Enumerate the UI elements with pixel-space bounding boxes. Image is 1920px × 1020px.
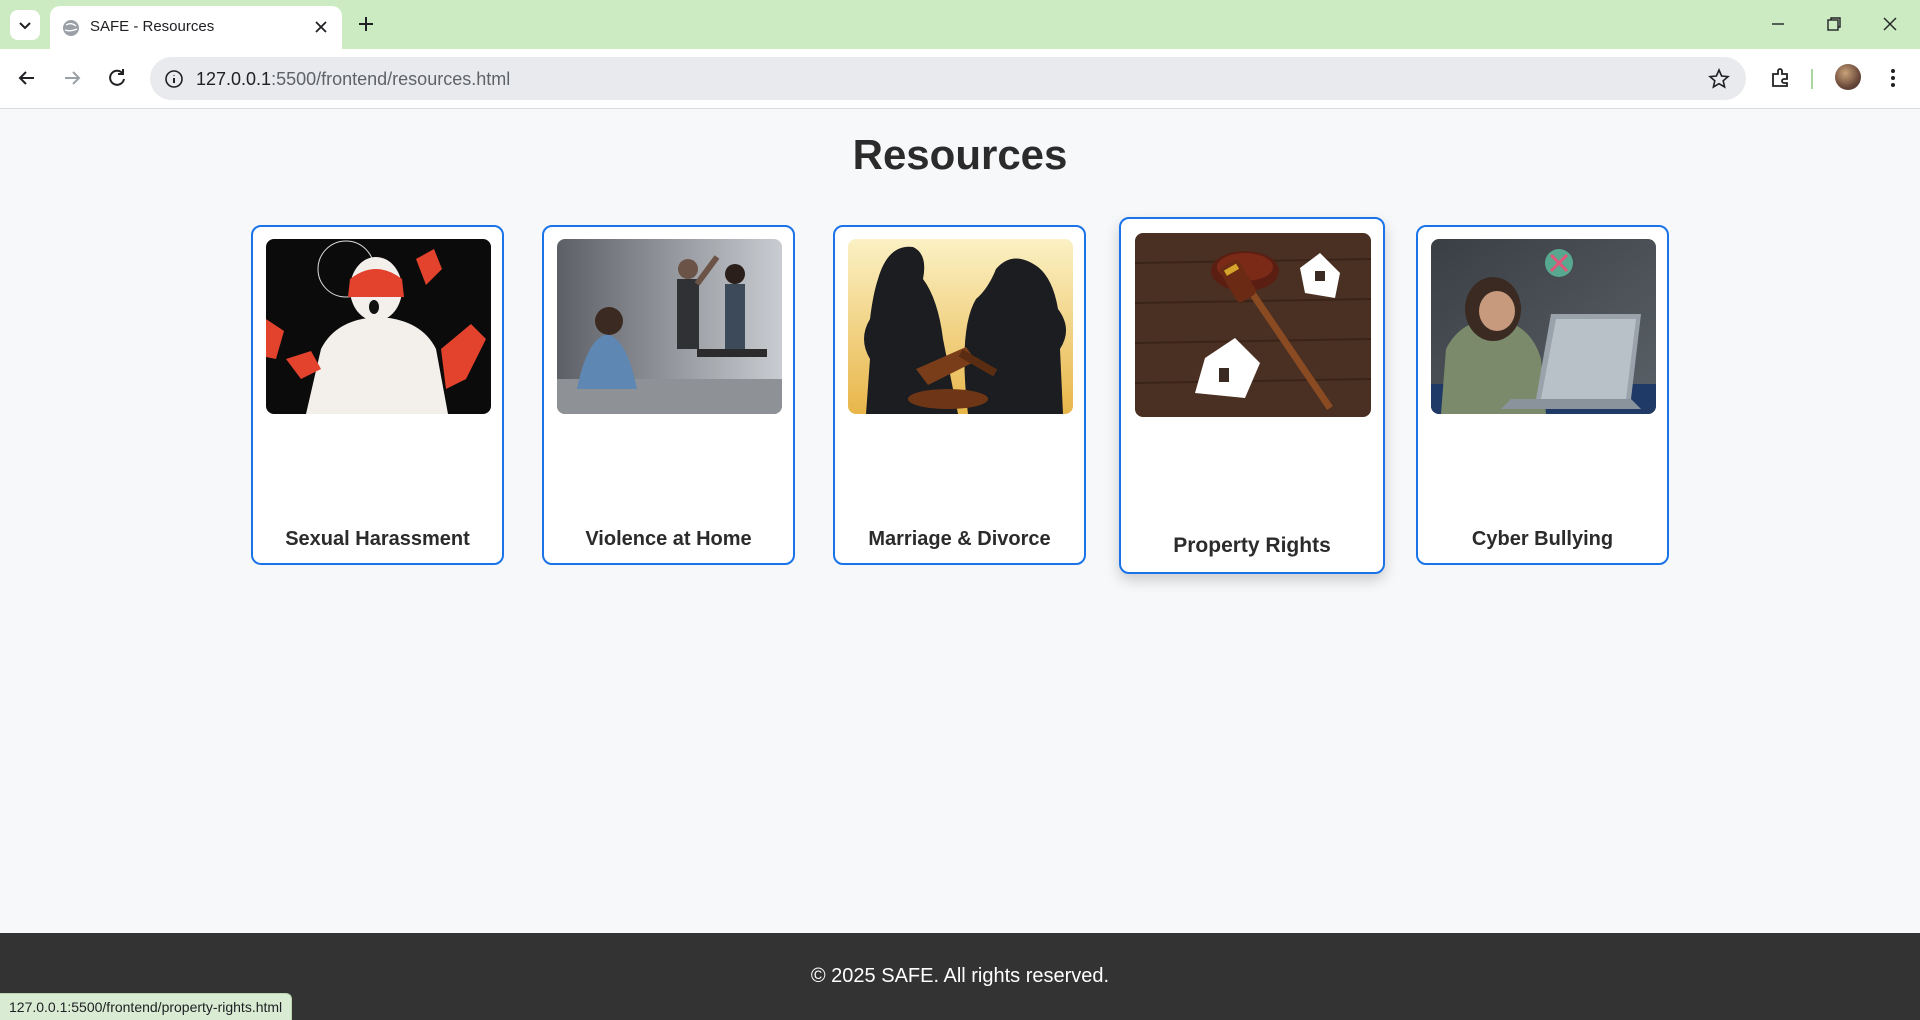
forward-arrow-icon[interactable]: [59, 65, 85, 91]
property-rights-image: [1135, 233, 1371, 417]
more-menu-icon[interactable]: [1880, 65, 1906, 91]
marriage-divorce-image: [848, 239, 1073, 414]
new-tab-icon[interactable]: [354, 12, 378, 36]
tab-title: SAFE - Resources: [90, 18, 215, 35]
back-arrow-icon[interactable]: [14, 65, 40, 91]
site-info-icon[interactable]: [164, 69, 184, 89]
toolbar-separator: [1811, 69, 1813, 89]
sexual-harassment-image: [266, 239, 491, 414]
bookmark-star-icon[interactable]: [1708, 68, 1730, 90]
url-text: 127.0.0.1:5500/frontend/resources.html: [196, 69, 510, 90]
resource-card-sexual-harassment[interactable]: Sexual Harassment: [251, 225, 504, 565]
globe-icon: [63, 20, 79, 36]
card-label: Violence at Home: [585, 528, 752, 550]
close-icon[interactable]: [312, 18, 330, 36]
violence-at-home-image: [557, 239, 782, 414]
browser-tab[interactable]: SAFE - Resources: [50, 6, 342, 49]
url-host: 127.0.0.1: [196, 69, 272, 89]
minimize-icon[interactable]: [1766, 12, 1790, 36]
page-content: Resources Sexual Harassment Violence at …: [0, 109, 1920, 933]
address-bar[interactable]: 127.0.0.1:5500/frontend/resources.html: [150, 57, 1746, 100]
resource-card-violence-at-home[interactable]: Violence at Home: [542, 225, 795, 565]
extensions-puzzle-icon[interactable]: [1768, 65, 1794, 91]
browser-tabstrip: SAFE - Resources: [0, 0, 1920, 49]
card-label: Marriage & Divorce: [868, 528, 1051, 550]
card-label: Cyber Bullying: [1471, 528, 1614, 550]
resource-card-property-rights[interactable]: Property Rights: [1119, 217, 1385, 574]
link-status-bar: 127.0.0.1:5500/frontend/property-rights.…: [0, 993, 293, 1020]
tab-search-button[interactable]: [10, 10, 40, 40]
resource-card-cyber-bullying[interactable]: Cyber Bullying: [1416, 225, 1669, 565]
profile-avatar[interactable]: [1835, 64, 1861, 90]
page-title: Resources: [852, 131, 1068, 178]
card-label: Property Rights: [1173, 534, 1331, 557]
restore-icon[interactable]: [1822, 12, 1846, 36]
reload-icon[interactable]: [104, 65, 130, 91]
card-label: Sexual Harassment: [285, 528, 470, 550]
footer-copyright: © 2025 SAFE. All rights reserved.: [810, 965, 1110, 987]
resource-card-marriage-divorce[interactable]: Marriage & Divorce: [833, 225, 1086, 565]
browser-toolbar: 127.0.0.1:5500/frontend/resources.html: [0, 49, 1920, 109]
url-path: :5500/frontend/resources.html: [271, 69, 511, 89]
window-close-icon[interactable]: [1878, 12, 1902, 36]
chevron-down-icon: [19, 22, 31, 30]
cyber-bullying-image: [1431, 239, 1656, 414]
